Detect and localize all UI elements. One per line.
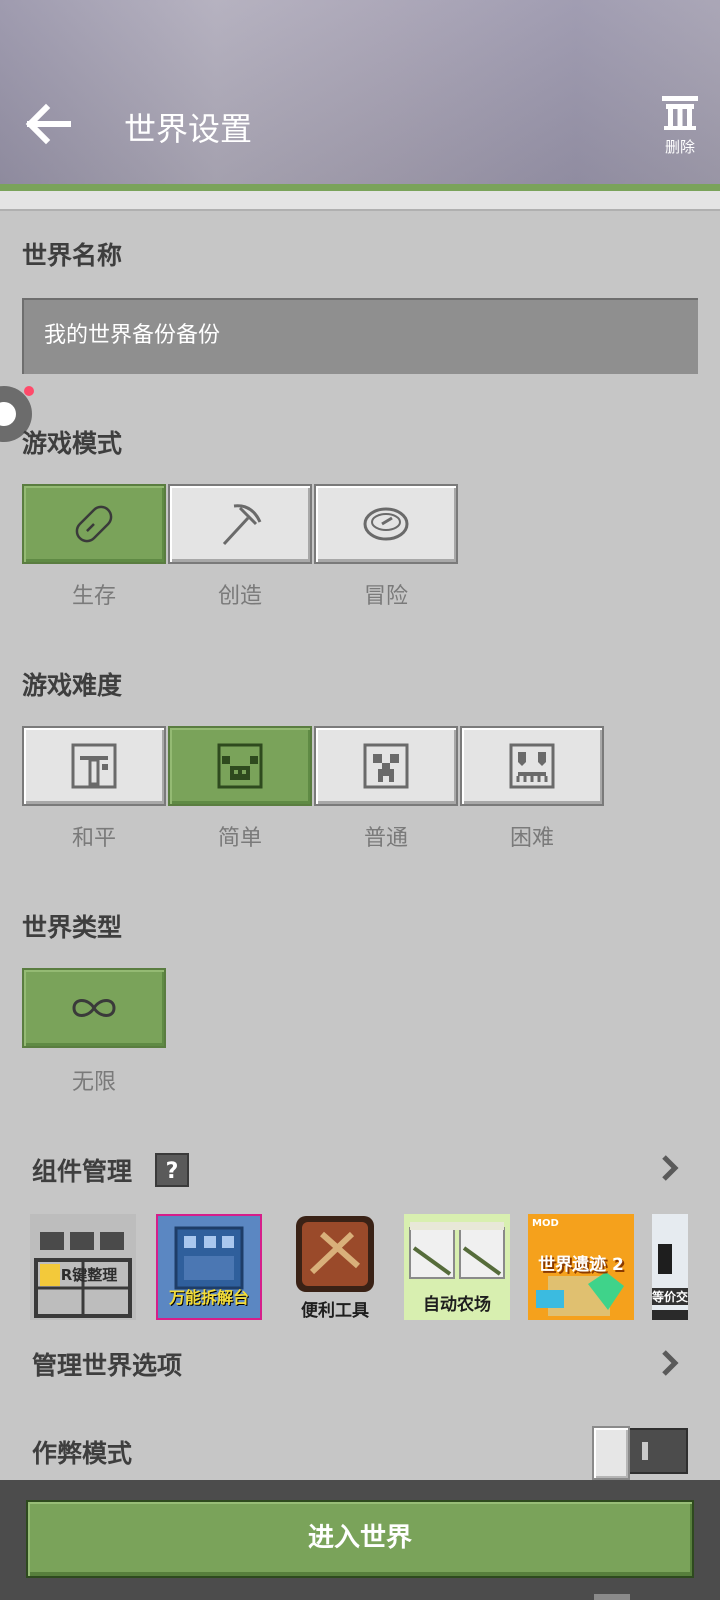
difficulty-easy-button[interactable]	[168, 726, 312, 806]
delete-button[interactable]: 删除	[652, 92, 708, 158]
mod-r-key-sort[interactable]: R键整理	[30, 1214, 136, 1320]
mod-world-relics-2[interactable]: MOD 世界遗迹 2	[528, 1214, 634, 1320]
difficulty-peaceful-button[interactable]	[22, 726, 166, 806]
pickaxe-icon	[222, 504, 262, 546]
difficulty-easy-label: 简单	[217, 826, 262, 851]
mode-creative-label: 创造	[217, 584, 262, 609]
mod-tools-label: 便利工具	[301, 1301, 369, 1320]
manage-world-options[interactable]: 管理世界选项	[32, 1346, 182, 1382]
world-name-title: 世界名称	[22, 241, 123, 270]
mod-farm-label: 自动农场	[423, 1295, 491, 1315]
mode-adventure-label: 冒险	[363, 584, 408, 609]
difficulty-title: 游戏难度	[22, 671, 123, 700]
bread-icon	[75, 505, 113, 543]
mode-survival-button[interactable]	[22, 484, 166, 564]
world-type-title: 世界类型	[22, 913, 123, 942]
world-name-input[interactable]: 我的世界备份备份	[22, 298, 698, 374]
compass-icon	[363, 507, 409, 541]
trash-icon	[662, 96, 698, 130]
chevron-right-icon[interactable]	[660, 1153, 680, 1183]
difficulty-normal-button[interactable]	[314, 726, 458, 806]
ghast-icon	[509, 743, 555, 789]
infinity-icon	[72, 999, 116, 1017]
mod-disassembler-label: 万能拆解台	[168, 1288, 249, 1307]
components-title[interactable]: 组件管理	[32, 1152, 132, 1188]
notification-dot	[24, 386, 34, 396]
delete-label: 删除	[664, 138, 695, 156]
header-banner	[0, 0, 720, 184]
mod-equivalent-exchange[interactable]: 等价交	[652, 1214, 688, 1320]
difficulty-hard-button[interactable]	[460, 726, 604, 806]
toggle-track	[628, 1428, 688, 1474]
difficulty-normal-label: 普通	[363, 826, 408, 851]
header-divider	[0, 191, 720, 211]
mod-farm-image	[409, 1222, 505, 1279]
world-type-infinite-button[interactable]	[22, 968, 166, 1048]
mod-relics-badge: MOD	[532, 1218, 559, 1229]
mode-creative-button[interactable]	[168, 484, 312, 564]
gesture-handle	[594, 1594, 630, 1600]
mod-tools-image	[296, 1216, 374, 1292]
cheat-mode-toggle[interactable]	[592, 1426, 688, 1480]
mod-convenient-tools[interactable]: 便利工具	[282, 1214, 388, 1320]
mod-r-key-sort-label: R键整理	[60, 1266, 118, 1284]
header-accent-line	[0, 184, 720, 191]
difficulty-hard-label: 困难	[509, 826, 554, 851]
game-mode-title: 游戏模式	[22, 429, 123, 458]
mod-auto-farm[interactable]: 自动农场	[404, 1214, 510, 1320]
enter-world-button[interactable]: 进入世界	[26, 1500, 694, 1578]
pig-icon	[217, 743, 263, 789]
cheat-mode-title: 作弊模式	[32, 1439, 133, 1468]
mode-adventure-button[interactable]	[314, 484, 458, 564]
difficulty-peaceful-label: 和平	[71, 826, 116, 851]
creeper-icon	[363, 743, 409, 789]
mode-survival-label: 生存	[71, 584, 116, 609]
mod-relics-label: 世界遗迹 2	[538, 1255, 624, 1275]
page-title: 世界设置	[124, 110, 253, 148]
world-type-infinite-label: 无限	[71, 1070, 116, 1095]
help-button[interactable]: ?	[155, 1153, 189, 1187]
toggle-knob	[592, 1426, 630, 1480]
peaceful-mob-icon	[71, 743, 117, 789]
chevron-right-icon[interactable]	[660, 1348, 680, 1378]
arrow-left-icon	[25, 103, 71, 145]
back-button[interactable]	[24, 102, 72, 146]
mod-universal-disassembler[interactable]: 万能拆解台	[156, 1214, 262, 1320]
mod-exchange-label: 等价交	[652, 1288, 688, 1305]
